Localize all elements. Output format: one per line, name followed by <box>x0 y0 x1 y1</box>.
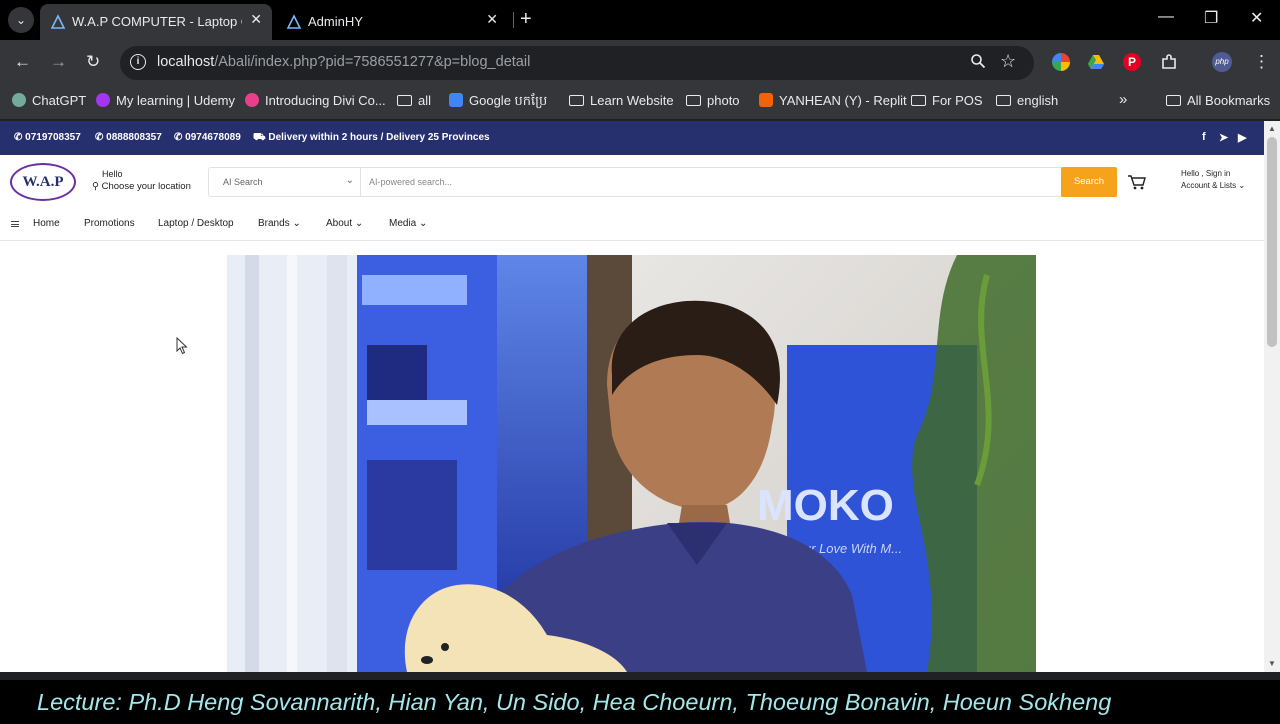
pinterest-icon[interactable]: P <box>1123 53 1141 71</box>
web-page: ✆ 0719708357 ✆ 0888808357 ✆ 0974678089 ⛟… <box>0 121 1264 672</box>
bookmark-folder-english[interactable]: english <box>996 93 1058 108</box>
youtube-icon[interactable]: ▶ <box>1238 131 1246 144</box>
close-tab-icon[interactable]: ✕ <box>250 11 262 28</box>
close-tab-icon[interactable]: ✕ <box>486 11 498 28</box>
browser-menu-icon[interactable]: ⋮ <box>1253 52 1270 72</box>
forward-arrow-icon[interactable]: → <box>50 52 67 72</box>
site-favicon-icon <box>286 14 302 29</box>
bookmark-replit[interactable]: YANHEAN (Y) - Replit <box>759 93 907 108</box>
close-window-button[interactable]: ✕ <box>1250 8 1263 28</box>
folder-icon <box>1166 95 1181 106</box>
browser-toolbar: ← → ↻ i localhost/Abali/index.php?pid=75… <box>0 40 1280 86</box>
phone-icon: ✆ <box>174 132 186 143</box>
nav-about[interactable]: About ⌄ <box>326 218 363 229</box>
tab-wap-computer[interactable]: W.A.P COMPUTER - Laptop Cam ✕ <box>40 4 272 40</box>
delivery-info: ⛟ Delivery within 2 hours / Delivery 25 … <box>253 132 490 143</box>
bookmark-folder-learn-website[interactable]: Learn Website <box>569 93 674 108</box>
udemy-icon <box>96 93 110 107</box>
tab-strip: ⌄ W.A.P COMPUTER - Laptop Cam ✕ AdminHY … <box>0 0 1280 40</box>
bookmarks-bar: ChatGPT My learning | Udemy Introducing … <box>0 86 1280 120</box>
phone-icon: ✆ <box>95 132 107 143</box>
new-tab-button[interactable]: + <box>520 8 532 31</box>
bookmark-chatgpt[interactable]: ChatGPT <box>12 93 86 108</box>
phone-2[interactable]: ✆ 0888808357 <box>95 132 162 143</box>
bookmark-google-translate[interactable]: Google បកប្រែ <box>449 93 547 112</box>
lecture-caption: Lecture: Ph.D Heng Sovannarith, Hian Yan… <box>0 680 1280 720</box>
cart-icon[interactable] <box>1127 173 1147 191</box>
bookmark-udemy[interactable]: My learning | Udemy <box>96 93 235 108</box>
folder-icon <box>686 95 701 106</box>
browser-window: ⌄ W.A.P COMPUTER - Laptop Cam ✕ AdminHY … <box>0 0 1280 680</box>
folder-icon <box>569 95 584 106</box>
scroll-down-arrow-icon[interactable]: ▼ <box>1268 659 1276 668</box>
nav-promotions[interactable]: Promotions <box>84 218 135 229</box>
page-scrollbar[interactable]: ▲ ▼ <box>1264 121 1280 672</box>
nav-home[interactable]: Home <box>33 218 60 229</box>
chatgpt-icon <box>12 93 26 107</box>
reload-icon[interactable]: ↻ <box>86 52 100 72</box>
main-nav: Home Promotions Laptop / Desktop Brands … <box>0 207 1264 241</box>
location-pin-icon: ⚲ <box>92 181 102 192</box>
bookmark-star-icon[interactable]: ☆ <box>1000 51 1016 72</box>
phone-icon: ✆ <box>14 132 26 143</box>
google-drive-icon[interactable] <box>1087 53 1105 71</box>
profile-avatar-icon[interactable]: php <box>1212 52 1232 72</box>
all-bookmarks-folder[interactable]: All Bookmarks <box>1166 93 1270 108</box>
nav-brands[interactable]: Brands ⌄ <box>258 218 301 229</box>
search-button[interactable]: Search <box>1061 167 1117 197</box>
mouse-cursor-icon <box>176 337 188 355</box>
moko-sign: MOKO <box>757 481 894 530</box>
search-input[interactable]: AI-powered search... <box>369 177 452 187</box>
nav-media[interactable]: Media ⌄ <box>389 218 427 229</box>
restore-button[interactable]: ❐ <box>1204 8 1218 28</box>
chevron-down-icon: ⌄ <box>419 218 428 229</box>
scroll-up-arrow-icon[interactable]: ▲ <box>1268 124 1276 133</box>
minimize-button[interactable]: — <box>1158 8 1174 26</box>
phone-1[interactable]: ✆ 0719708357 <box>14 132 81 143</box>
tab-adminhy[interactable]: AdminHY ✕ <box>276 4 508 40</box>
hamburger-menu-icon[interactable] <box>11 221 19 227</box>
tab-divider <box>513 12 514 28</box>
more-bookmarks-button[interactable]: » <box>1119 91 1127 108</box>
chevron-down-icon: ⌄ <box>354 218 364 229</box>
bookmark-folder-for-pos[interactable]: For POS <box>911 93 983 108</box>
url-text[interactable]: localhost/Abali/index.php?pid=7586551277… <box>157 54 530 70</box>
chevron-down-icon: ⌄ <box>1238 181 1246 190</box>
zoom-search-icon[interactable] <box>970 53 986 74</box>
bookmark-folder-photo[interactable]: photo <box>686 93 740 108</box>
nav-laptop-desktop[interactable]: Laptop / Desktop <box>158 218 234 229</box>
folder-icon <box>397 95 412 106</box>
tab-title: AdminHY <box>308 14 363 29</box>
color-picker-extension-icon[interactable] <box>1052 53 1070 71</box>
extensions-puzzle-icon[interactable] <box>1160 53 1178 71</box>
divi-icon <box>245 93 259 107</box>
replit-icon <box>759 93 773 107</box>
facebook-icon[interactable]: f <box>1202 131 1206 143</box>
site-header: W.A.P Hello ⚲ Choose your location AI Se… <box>0 155 1264 207</box>
tab-search-button[interactable]: ⌄ <box>8 7 34 33</box>
scroll-thumb[interactable] <box>1267 137 1277 347</box>
site-logo[interactable]: W.A.P <box>10 163 76 201</box>
blog-photo: MOKO ...ing Our Love With M... <box>227 255 1036 672</box>
telegram-icon[interactable]: ➤ <box>1219 131 1228 144</box>
folder-icon <box>996 95 1011 106</box>
chevron-down-icon: ⌄ <box>292 218 301 229</box>
ai-search-select[interactable]: AI Search ⌄ <box>209 168 361 196</box>
chevron-down-icon: ⌄ <box>345 175 354 186</box>
bookmark-folder-all[interactable]: all <box>397 93 431 108</box>
folder-icon <box>911 95 926 106</box>
google-translate-icon <box>449 93 463 107</box>
address-bar[interactable]: i localhost/Abali/index.php?pid=75865512… <box>120 46 1034 80</box>
site-favicon-icon <box>50 14 66 29</box>
bookmark-divi[interactable]: Introducing Divi Co... <box>245 93 386 108</box>
truck-icon: ⛟ <box>253 132 269 143</box>
tab-title: W.A.P COMPUTER - Laptop Cam <box>72 14 242 29</box>
search-bar: AI Search ⌄ AI-powered search... Search <box>208 167 1117 197</box>
site-info-icon[interactable]: i <box>130 54 146 70</box>
site-topbar: ✆ 0719708357 ✆ 0888808357 ✆ 0974678089 ⛟… <box>0 121 1264 155</box>
phone-3[interactable]: ✆ 0974678089 <box>174 132 241 143</box>
account-menu[interactable]: Hello , Sign in Account & Lists ⌄ <box>1181 169 1245 190</box>
back-arrow-icon[interactable]: ← <box>14 52 31 72</box>
